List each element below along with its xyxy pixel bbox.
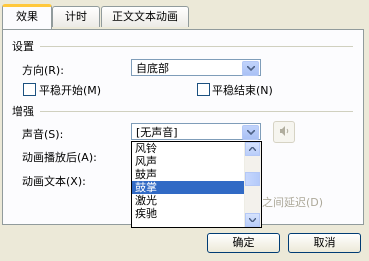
list-item-label: 激光 (135, 194, 157, 207)
tab-text-animation[interactable]: 正文文本动画 (101, 6, 189, 27)
animate-text-label: 动画文本(X): (22, 175, 86, 188)
list-item-label: 鼓掌 (135, 181, 157, 194)
chevron-down-icon[interactable] (242, 61, 259, 76)
settings-separator (40, 46, 353, 47)
cancel-button[interactable]: 取消 (288, 233, 361, 253)
sound-select[interactable]: [无声音] (131, 123, 261, 140)
speaker-icon (278, 125, 290, 140)
direction-value: 自底部 (136, 62, 169, 75)
smooth-start-label: 平稳开始(M) (39, 84, 102, 97)
tab-effect-label: 效果 (16, 10, 38, 23)
cancel-button-label: 取消 (313, 236, 336, 249)
list-item[interactable]: 风铃 (132, 142, 261, 155)
ok-button-label: 确定 (232, 236, 255, 249)
list-scrollbar[interactable] (244, 142, 261, 227)
play-sound-button[interactable] (273, 121, 295, 143)
list-item-label: 风铃 (135, 142, 157, 155)
tab-effect[interactable]: 效果 (2, 4, 52, 29)
list-item-selected[interactable]: 鼓掌 (132, 181, 245, 194)
smooth-end-label: 平稳结束(N) (212, 84, 273, 97)
list-item[interactable]: 鼓声 (132, 168, 261, 181)
smooth-start-checkbox[interactable] (23, 83, 36, 96)
after-animation-label: 动画播放后(A): (22, 151, 97, 164)
direction-label: 方向(R): (22, 64, 64, 77)
enhance-separator (40, 111, 353, 112)
list-item[interactable]: 激光 (132, 194, 261, 207)
tab-text-animation-label: 正文文本动画 (112, 10, 178, 23)
sound-label: 声音(S): (22, 128, 64, 141)
tab-timing[interactable]: 计时 (52, 6, 100, 27)
chevron-down-icon[interactable] (242, 125, 259, 140)
tab-timing-label: 计时 (65, 10, 87, 23)
list-item[interactable]: 疾驰 (132, 207, 261, 220)
sound-value: [无声音] (136, 126, 178, 139)
scroll-up-button[interactable] (245, 142, 260, 156)
list-item-label: 鼓声 (135, 168, 157, 181)
list-item-label: 风声 (135, 155, 157, 168)
list-item-label: 疾驰 (135, 207, 157, 220)
delay-between-label: 之间延迟(D) (262, 196, 324, 209)
list-item[interactable]: 风声 (132, 155, 261, 168)
sound-dropdown-list[interactable]: 风铃 风声 鼓声 鼓掌 激光 疾驰 (131, 141, 262, 228)
scroll-down-button[interactable] (245, 213, 260, 227)
enhance-group-title: 增强 (12, 105, 34, 118)
settings-group-title: 设置 (12, 40, 34, 53)
scroll-thumb[interactable] (245, 172, 260, 186)
ok-button[interactable]: 确定 (207, 233, 280, 253)
smooth-end-checkbox[interactable] (197, 83, 210, 96)
direction-select[interactable]: 自底部 (131, 59, 261, 76)
